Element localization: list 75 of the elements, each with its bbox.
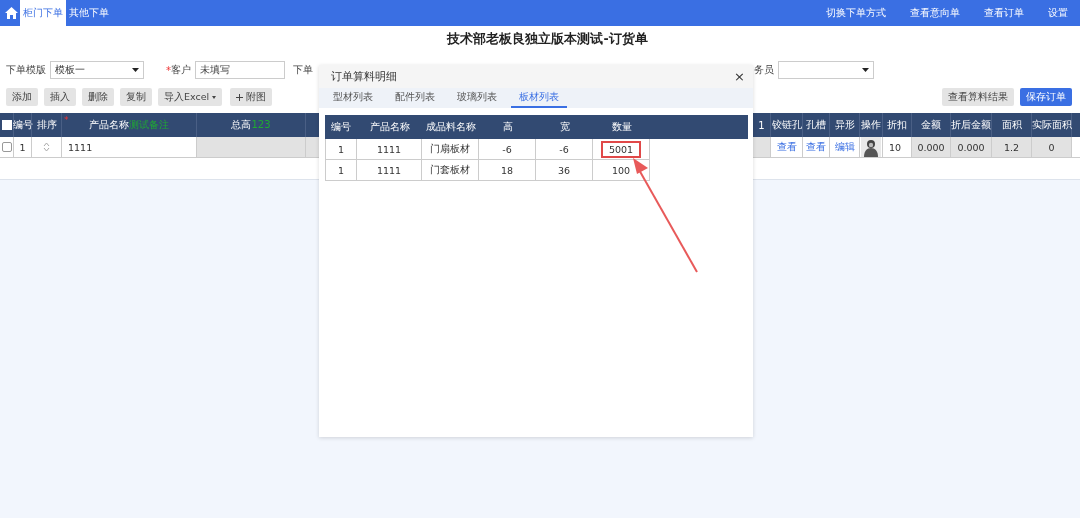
column-header: 折扣 [887, 118, 907, 132]
toolbar-button[interactable]: 导入Excel [158, 88, 223, 106]
required-mark: * [64, 115, 69, 125]
home-icon[interactable] [4, 7, 18, 19]
dialog-tab[interactable]: 玻璃列表 [449, 88, 505, 108]
column-header: 孔槽 [806, 118, 826, 132]
column-header: 编号 [12, 118, 33, 132]
caret-icon [132, 68, 139, 72]
field-label: 客户 [171, 63, 191, 77]
toolbar-button[interactable]: 查看算料结果 [942, 88, 1014, 106]
column-header: 铰链孔 [771, 118, 802, 132]
column-header: 金额 [921, 118, 941, 132]
column-header: 面积 [1001, 118, 1022, 132]
column-header: 异形 [834, 118, 855, 132]
table-cell: -6 [479, 139, 536, 160]
nav-link[interactable]: 查看订单 [972, 6, 1036, 20]
view-link[interactable]: 查看 [803, 137, 830, 157]
column-header: 宽 [559, 120, 570, 134]
table-cell: 0.000 [951, 137, 992, 157]
nav-tab[interactable]: 其他下单 [66, 0, 112, 26]
toolbar-button[interactable]: 附图 [230, 88, 273, 106]
table-cell: -6 [536, 139, 593, 160]
caret-icon [212, 95, 217, 99]
dialog-tab[interactable]: 型材列表 [325, 88, 381, 108]
table-cell: 1 [325, 139, 357, 160]
table-cell: 0.000 [912, 137, 951, 157]
column-header: 数量 [611, 120, 632, 134]
column-header: 排序 [36, 118, 57, 132]
nav-link[interactable]: 设置 [1036, 6, 1080, 20]
table-cell: 门套板材 [422, 160, 479, 181]
plus-icon [236, 93, 244, 101]
toolbar-button[interactable]: 复制 [120, 88, 152, 106]
field-label: 务员 [754, 63, 774, 77]
header-checkbox[interactable] [1, 120, 12, 130]
table-cell: 1.2 [992, 137, 1032, 157]
field-label: 下单 [293, 63, 313, 77]
toolbar-button[interactable]: 保存订单 [1020, 88, 1072, 106]
column-header: 高 [502, 120, 513, 134]
nav-tab[interactable]: 柜门下单 [20, 0, 66, 26]
dialog-tab[interactable]: 配件列表 [387, 88, 443, 108]
column-header: 1 [758, 119, 765, 131]
column-header: 总高123 [231, 118, 271, 132]
nav-link[interactable]: 查看意向单 [898, 6, 972, 20]
table-cell-text: 100 [610, 163, 632, 178]
table-cell: 5001 [600, 140, 642, 158]
page-title: 技术部老板良独立版本测试-订货单 [445, 30, 649, 48]
field-label: 下单模版 [6, 63, 46, 77]
column-header: 折后金额 [951, 118, 991, 132]
table-cell: 18 [479, 160, 536, 181]
table-cell: 1111 [357, 160, 422, 181]
nav-link[interactable]: 切换下单方式 [814, 6, 898, 20]
column-header: 成品料名称 [425, 120, 476, 134]
column-header: 产品名称 [369, 120, 410, 134]
column-header: 实际面积 [1031, 118, 1072, 132]
toolbar-button[interactable]: 添加 [6, 88, 38, 106]
caret-icon [862, 68, 869, 72]
required-mark: * [166, 64, 171, 76]
row-checkbox[interactable] [1, 142, 12, 152]
template-select[interactable]: 模板一 [50, 61, 144, 79]
sort-icon[interactable] [43, 142, 50, 152]
table-cell: 0 [1032, 137, 1072, 157]
table-cell: 36 [536, 160, 593, 181]
table-cell: 1111 [357, 139, 422, 160]
dialog-tab[interactable]: 板材列表 [511, 88, 567, 108]
salesman-select[interactable] [778, 61, 874, 79]
toolbar-button[interactable]: 删除 [82, 88, 114, 106]
table-cell: 门扇板材 [422, 139, 479, 160]
column-header: 产品名称测试备注 [89, 118, 169, 132]
column-header: 操作 [861, 118, 881, 132]
toolbar-button[interactable]: 插入 [44, 88, 76, 106]
close-button[interactable]: × [734, 69, 745, 84]
dialog-title: 订单算料明细 [331, 69, 397, 84]
table-cell: 1 [325, 160, 357, 181]
customer-field[interactable]: 未填写 [195, 61, 285, 79]
column-header: 编号 [331, 120, 351, 134]
